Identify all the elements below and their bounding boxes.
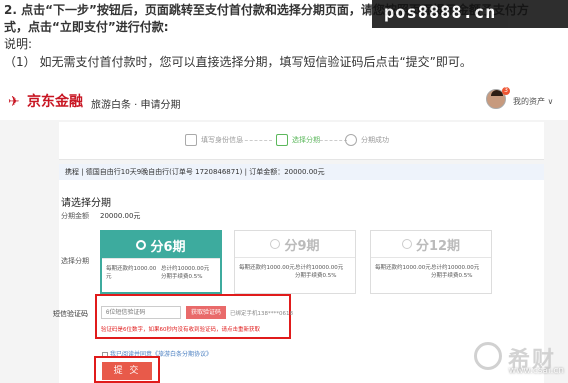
brand-logo[interactable]: 京东金融 [27,94,83,110]
doc-note-text: （1） 如无需支付首付款时，您可以直接选择分期，填写短信验证码后点击“提交”即可… [4,55,472,69]
plan-option-9[interactable]: 分9期 每期还款约1000.00元 总计约10000.00元 分期手续费0.5% [234,230,356,294]
sms-error-text: 验证码是6位数字，如果60秒内没有收到验证码，请点击重新获取 [101,327,260,333]
step-separator [315,140,347,141]
watermark-banner: pos8888.cn [372,0,568,28]
doc-note-label: 说明: [4,37,33,51]
page-subtitle: 旅游白条 · 申请分期 [91,100,181,111]
document-icon [276,134,288,146]
top-header [0,86,568,120]
get-code-button[interactable]: 获取验证码 [186,306,226,319]
plan-fee: 分期手续费0.5% [161,274,203,280]
amount-value: 20000.00元 [100,212,141,220]
submit-button[interactable]: 提 交 [102,362,152,380]
plan-monthly: 每期还款约1000.00元 [239,265,295,271]
plan-option-label: 分9期 [284,238,320,254]
edit-icon [185,134,197,146]
step-label: 分期成功 [361,136,389,144]
plan-total: 总计约10000.00元 [161,266,210,272]
watermark-brand: 希财 [508,348,557,373]
step-identity: 填写身份信息 [185,133,243,147]
plane-icon: ✈ [8,94,20,110]
doc-step-line-2: 式，点击“立即支付”进行付款: [4,20,169,34]
logo-circle-icon [474,342,502,370]
my-account-menu[interactable]: 我的资产 ∨ [513,96,553,107]
order-summary: 携程 | 德国自由行10天9晚自由行(订单号 1720846871) | 订单金… [59,164,544,180]
sms-code-input[interactable] [101,306,181,319]
radio-icon [401,239,412,249]
plan-total: 总计约10000.00元 [295,265,344,271]
bound-phone: 已绑定手机138****0618 [230,311,293,317]
radio-icon [270,239,281,249]
radio-icon [136,240,147,250]
plan-option-12[interactable]: 分12期 每期还款约1000.00元 总计约10000.00元 分期手续费0.5% [370,230,492,294]
notification-badge: 3 [502,87,510,95]
plan-monthly: 每期还款约1000.00元 [106,266,157,280]
step-choose-plan: 选择分期 [276,133,320,147]
choose-plan-label: 选择分期 [61,257,89,265]
plan-fee: 分期手续费0.5% [431,273,473,279]
plan-monthly: 每期还款约1000.00元 [375,265,431,271]
corner-watermark: 希财 www.csai.cn [470,340,568,383]
amount-label: 分期金额 [61,212,89,220]
plan-option-label: 分6期 [150,239,186,255]
step-label: 填写身份信息 [201,136,243,144]
step-separator [240,140,272,141]
plan-option-6[interactable]: 分6期 每期还款约1000.00元 总计约10000.00元 分期手续费0.5% [100,230,222,294]
plan-fee: 分期手续费0.5% [295,273,337,279]
step-success: 分期成功 [345,133,389,147]
section-title: 请选择分期 [61,198,111,209]
plan-total: 总计约10000.00元 [431,265,480,271]
check-circle-icon [345,134,357,146]
plan-option-label: 分12期 [415,238,461,254]
sms-label: 短信验证码 [53,310,88,318]
